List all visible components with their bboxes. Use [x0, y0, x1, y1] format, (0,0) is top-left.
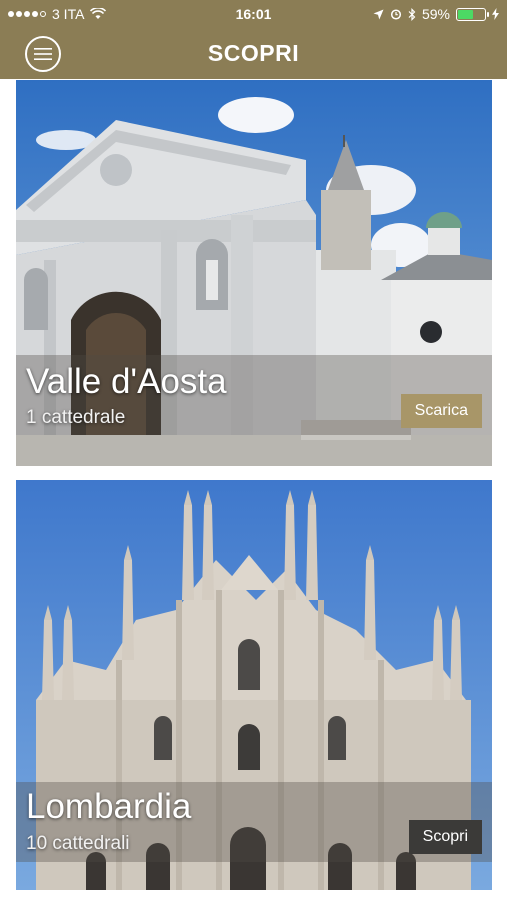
region-card-valle-daosta[interactable]: Valle d'Aosta 1 cattedrale Scarica	[16, 80, 492, 466]
region-name: Valle d'Aosta	[26, 362, 227, 401]
page-title: SCOPRI	[207, 40, 300, 66]
region-count: 1 cattedrale	[26, 407, 126, 428]
battery-level	[458, 9, 474, 19]
signal-strength-icon	[8, 11, 46, 17]
wifi-icon	[90, 8, 107, 19]
app-header: 3 ITA 16:01 59% SCOPRI	[0, 0, 507, 79]
hamburger-icon	[34, 48, 52, 60]
status-bar: 3 ITA 16:01 59%	[0, 0, 507, 28]
charging-icon	[492, 8, 499, 20]
nav-bar: SCOPRI	[0, 28, 507, 79]
bluetooth-icon	[408, 7, 416, 21]
carrier-label: 3 ITA	[52, 6, 85, 22]
menu-button[interactable]	[25, 36, 61, 72]
region-name: Lombardia	[26, 787, 192, 826]
alarm-icon	[390, 9, 402, 20]
download-button[interactable]: Scarica	[400, 394, 482, 428]
battery-percent: 59%	[421, 6, 450, 22]
location-icon	[373, 9, 384, 19]
discover-button[interactable]: Scopri	[408, 820, 482, 854]
region-count: 10 cattedrali	[26, 833, 130, 854]
region-card-lombardia[interactable]: Lombardia 10 cattedrali Scopri	[16, 480, 492, 890]
battery-icon	[456, 7, 489, 21]
